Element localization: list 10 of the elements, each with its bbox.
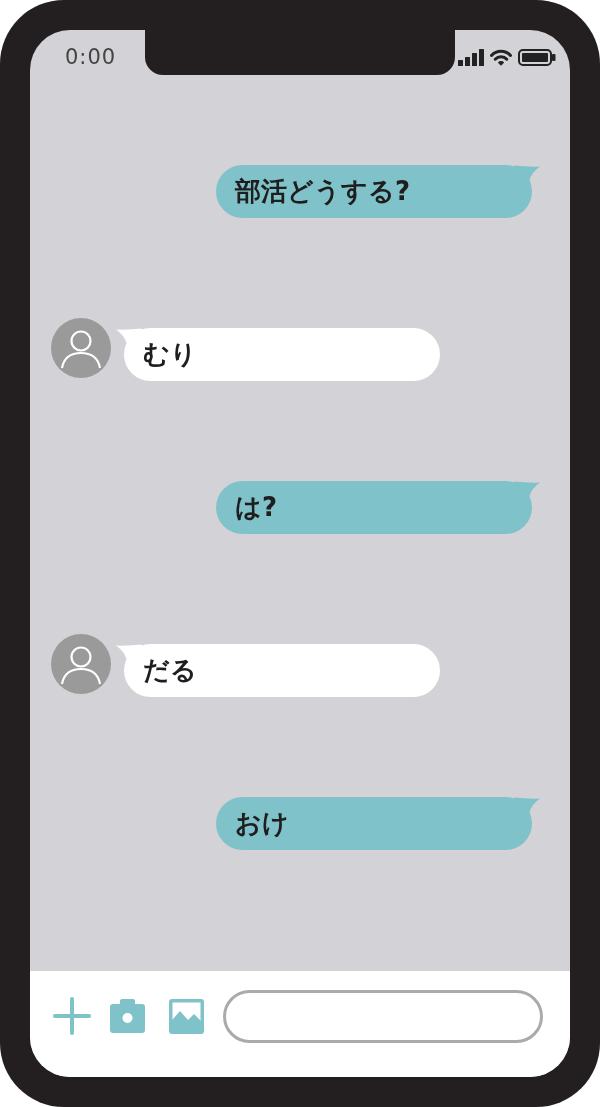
- camera-icon[interactable]: [110, 999, 145, 1033]
- plus-icon[interactable]: [53, 997, 91, 1035]
- battery-icon: [518, 49, 556, 66]
- image-icon[interactable]: [169, 998, 204, 1034]
- status-time: 0:00: [65, 45, 117, 69]
- wifi-icon: [490, 49, 512, 66]
- avatar-icon: [51, 318, 111, 378]
- signal-icon: [458, 49, 484, 66]
- avatar-icon: [51, 634, 111, 694]
- message-input[interactable]: [223, 989, 543, 1043]
